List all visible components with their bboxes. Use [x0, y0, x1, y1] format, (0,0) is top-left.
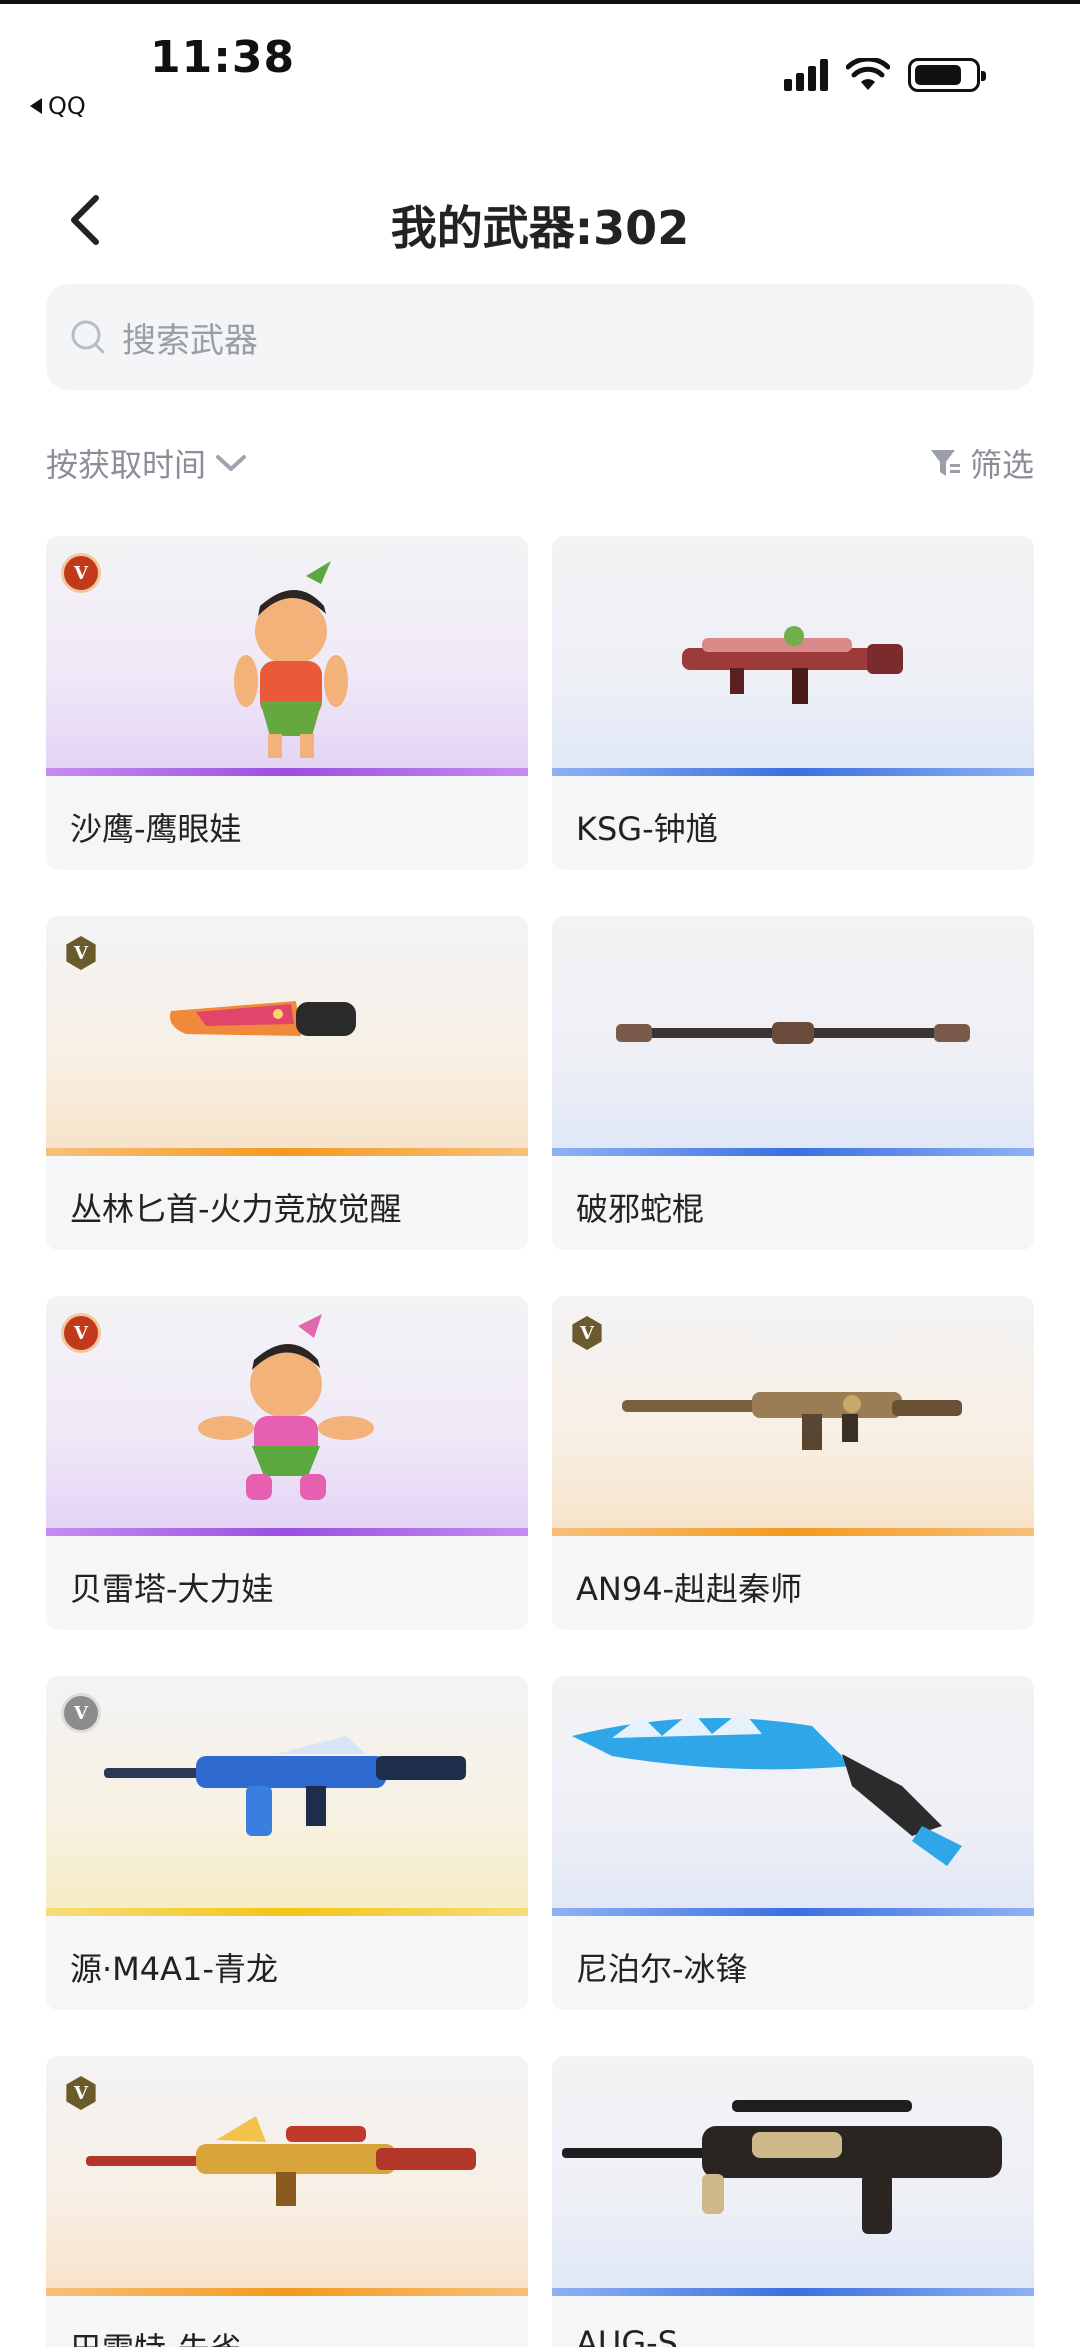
rarity-stripe: [46, 1528, 528, 1536]
weapon-name: AUG-S: [576, 2324, 678, 2347]
weapon-name: 巴雷特-朱雀: [70, 2324, 242, 2347]
weapon-image-area: [552, 536, 1034, 776]
calabash-boy-figure-image: [234, 561, 348, 758]
weapon-card[interactable]: V 丛林匕首-火力竞放觉醒: [46, 916, 528, 1250]
weapon-image-area: [552, 1676, 1034, 1916]
calabash-boy-figure-image: [198, 1314, 374, 1500]
weapon-image-area: V: [46, 1296, 528, 1536]
rarity-stripe: [552, 2288, 1034, 2296]
sniper-rifle-image: [86, 2116, 476, 2206]
m4a1-rifle-image: [104, 1736, 466, 1836]
weapon-image-area: V: [46, 2056, 528, 2296]
weapon-name: AN94-赳赳秦师: [576, 1570, 803, 1608]
rifle-image: [622, 1392, 962, 1450]
weapon-card[interactable]: AUG-S: [552, 2056, 1034, 2347]
chevron-down-icon: [216, 455, 247, 471]
weapon-name: 丛林匕首-火力竞放觉醒: [70, 1190, 402, 1228]
weapon-grid: V 沙鹰-鹰眼娃 KSG-钟馗 V 丛林匕首-火力竞放觉醒 破邪蛇棍 V 贝雷塔…: [46, 536, 1034, 2347]
staff-image: [616, 1022, 970, 1044]
weapon-card[interactable]: V AN94-赳赳秦师: [552, 1296, 1034, 1630]
rarity-stripe: [552, 1148, 1034, 1156]
rarity-stripe: [46, 1908, 528, 1916]
back-triangle-icon: [30, 98, 42, 114]
weapon-image-area: V: [46, 1676, 528, 1916]
search-icon: [71, 320, 105, 354]
rarity-stripe: [552, 768, 1034, 776]
rarity-stripe: [46, 2288, 528, 2296]
sort-dropdown[interactable]: 按获取时间: [46, 440, 248, 486]
back-to-app-link[interactable]: QQ: [30, 92, 86, 120]
status-icons: [784, 58, 986, 92]
weapon-card[interactable]: 破邪蛇棍: [552, 916, 1034, 1250]
wifi-icon: [846, 58, 890, 90]
jungle-knife-image: [170, 1001, 356, 1036]
vip-badge-icon: V: [64, 1696, 98, 1730]
weapon-card[interactable]: V 巴雷特-朱雀: [46, 2056, 528, 2347]
weapon-name: 破邪蛇棍: [576, 1190, 705, 1228]
rarity-stripe: [552, 1528, 1034, 1536]
weapon-name: KSG-钟馗: [576, 810, 718, 848]
battery-icon: [908, 58, 986, 92]
filter-label: 筛选: [969, 446, 1034, 484]
top-edge-line: [0, 0, 1080, 4]
page-title: 我的武器:302: [390, 201, 690, 255]
shotgun-image: [682, 626, 903, 704]
filter-icon: [930, 450, 960, 476]
weapon-image-area: [552, 2056, 1034, 2296]
rarity-stripe: [46, 768, 528, 776]
weapon-image-area: V: [46, 916, 528, 1156]
weapon-card[interactable]: 尼泊尔-冰锋: [552, 1676, 1034, 2010]
weapon-image-area: V: [46, 536, 528, 776]
rarity-stripe: [46, 1148, 528, 1156]
weapon-name: 贝雷塔-大力娃: [70, 1570, 274, 1608]
weapon-name: 尼泊尔-冰锋: [576, 1950, 748, 1988]
weapon-name: 源·M4A1-青龙: [70, 1950, 278, 1988]
nav-header: 我的武器:302: [0, 170, 1080, 270]
weapon-card[interactable]: KSG-钟馗: [552, 536, 1034, 870]
search-placeholder: 搜索武器: [122, 320, 258, 361]
weapon-image-area: V: [552, 1296, 1034, 1536]
aug-rifle-image: [562, 2100, 1002, 2234]
status-time: 11:38: [150, 32, 296, 83]
filter-button[interactable]: 筛选: [928, 440, 1034, 486]
rarity-stripe: [552, 1908, 1034, 1916]
weapon-card[interactable]: V 源·M4A1-青龙: [46, 1676, 528, 2010]
weapon-card[interactable]: V 沙鹰-鹰眼娃: [46, 536, 528, 870]
search-input[interactable]: 搜索武器: [46, 284, 1034, 390]
weapon-name: 沙鹰-鹰眼娃: [70, 810, 242, 848]
kukri-knife-image: [572, 1710, 962, 1866]
status-bar: 11:38 QQ: [0, 0, 1080, 150]
vip-badge-icon: V: [64, 1316, 98, 1350]
sort-label: 按获取时间: [46, 446, 207, 484]
weapon-image-area: [552, 916, 1034, 1156]
weapon-card[interactable]: V 贝雷塔-大力娃: [46, 1296, 528, 1630]
cellular-signal-icon: [784, 59, 828, 91]
vip-badge-icon: V: [64, 556, 98, 590]
back-app-label: QQ: [48, 92, 86, 120]
